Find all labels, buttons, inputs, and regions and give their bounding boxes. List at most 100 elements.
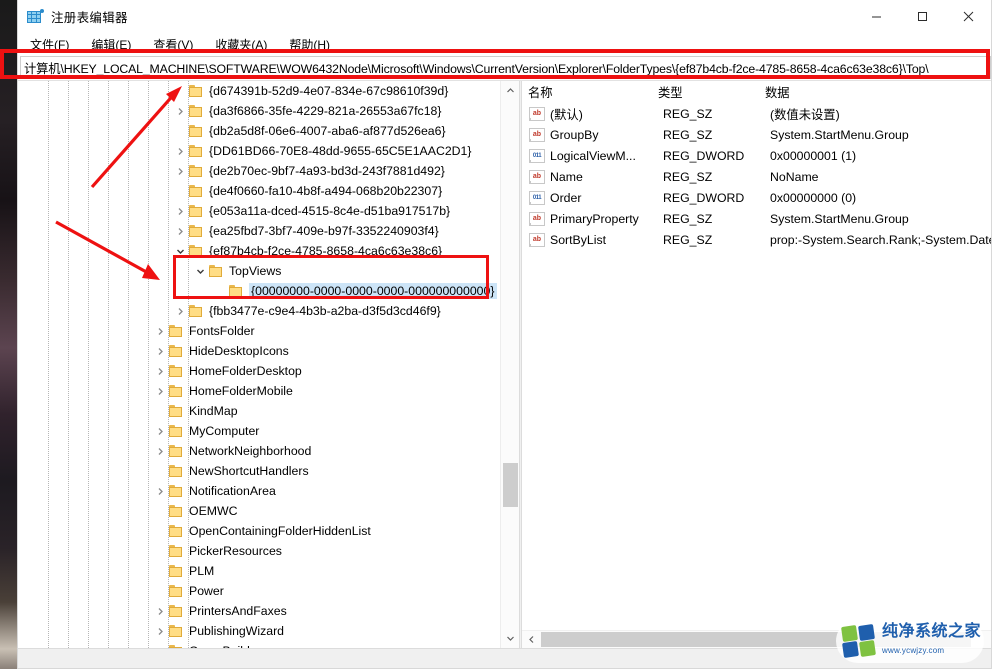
close-button[interactable] — [945, 0, 991, 33]
folder-icon — [168, 383, 184, 399]
value-row[interactable]: abSortByListREG_SZprop:-System.Search.Ra… — [522, 229, 991, 250]
folder-icon — [168, 463, 184, 479]
tree-item[interactable]: {ef87b4cb-f2ce-4785-8658-4ca6c63e38c6} — [18, 241, 500, 261]
tree-item-label: QueryBuilder — [189, 644, 265, 648]
tree-item[interactable]: {DD61BD66-70E8-48dd-9655-65C5E1AAC2D1} — [18, 141, 500, 161]
tree-item[interactable]: FontsFolder — [18, 321, 500, 341]
maximize-button[interactable] — [899, 0, 945, 33]
tree-item[interactable]: {fbb3477e-c9e4-4b3b-a2ba-d3f5d3cd46f9} — [18, 301, 500, 321]
tree-item[interactable]: PublishingWizard — [18, 621, 500, 641]
tree-item[interactable]: {de2b70ec-9bf7-4a93-bd3d-243f7881d492} — [18, 161, 500, 181]
tree-twisty-placeholder — [152, 561, 168, 581]
menu-item-favorites[interactable]: 收藏夹(A) — [215, 36, 267, 53]
value-row[interactable]: abGroupByREG_SZSystem.StartMenu.Group — [522, 124, 991, 145]
folder-icon — [188, 163, 204, 179]
value-name: GroupBy — [550, 128, 663, 142]
folder-icon — [168, 323, 184, 339]
window-title: 注册表编辑器 — [51, 7, 128, 26]
folder-icon — [168, 543, 184, 559]
chevron-right-icon[interactable] — [172, 141, 188, 161]
menu-item-view[interactable]: 查看(V) — [153, 36, 193, 53]
tree-item[interactable]: QueryBuilder — [18, 641, 500, 648]
tree-item[interactable]: Power — [18, 581, 500, 601]
tree-item[interactable]: TopViews — [18, 261, 500, 281]
value-row[interactable]: 011LogicalViewM...REG_DWORD0x00000001 (1… — [522, 145, 991, 166]
tree-item[interactable]: {da3f6866-35fe-4229-821a-26553a67fc18} — [18, 101, 500, 121]
value-name: Order — [550, 191, 663, 205]
chevron-right-icon[interactable] — [152, 481, 168, 501]
chevron-right-icon[interactable] — [152, 601, 168, 621]
tree-item[interactable]: OEMWC — [18, 501, 500, 521]
tree-scroll-up-button[interactable] — [501, 81, 519, 100]
value-row[interactable]: abPrimaryPropertyREG_SZSystem.StartMenu.… — [522, 208, 991, 229]
chevron-right-icon[interactable] — [172, 221, 188, 241]
tree-vertical-scrollbar[interactable] — [500, 81, 519, 648]
tree-item[interactable]: {db2a5d8f-06e6-4007-aba6-af877d526ea6} — [18, 121, 500, 141]
tree-scrollbar-thumb[interactable] — [503, 463, 518, 507]
tree-indent — [18, 421, 152, 441]
value-row[interactable]: ab(默认)REG_SZ(数值未设置) — [522, 103, 991, 124]
chevron-right-icon[interactable] — [152, 381, 168, 401]
tree-item[interactable]: HomeFolderMobile — [18, 381, 500, 401]
chevron-right-icon[interactable] — [172, 161, 188, 181]
tree-indent — [18, 161, 172, 181]
chevron-right-icon[interactable] — [172, 301, 188, 321]
value-row[interactable]: abNameREG_SZNoName — [522, 166, 991, 187]
tree-item[interactable]: HideDesktopIcons — [18, 341, 500, 361]
tree-item[interactable]: PrintersAndFaxes — [18, 601, 500, 621]
folder-icon — [188, 303, 204, 319]
tree-item-label: FontsFolder — [189, 324, 259, 338]
values-list[interactable]: ab(默认)REG_SZ(数值未设置)abGroupByREG_SZSystem… — [522, 103, 991, 630]
value-type: REG_SZ — [663, 233, 770, 247]
tree-item[interactable]: {ea25fbd7-3bf7-409e-b97f-3352240903f4} — [18, 221, 500, 241]
tree-item[interactable]: KindMap — [18, 401, 500, 421]
value-row[interactable]: 011OrderREG_DWORD0x00000000 (0) — [522, 187, 991, 208]
chevron-right-icon[interactable] — [152, 421, 168, 441]
value-type: REG_SZ — [663, 128, 770, 142]
tree-indent — [18, 181, 172, 201]
tree-item-label: PublishingWizard — [189, 624, 288, 638]
tree-item-label: MyComputer — [189, 424, 263, 438]
chevron-right-icon[interactable] — [152, 361, 168, 381]
column-header-data[interactable]: 数据 — [759, 83, 991, 101]
menu-item-edit[interactable]: 编辑(E) — [91, 36, 131, 53]
tree-item[interactable]: {e053a11a-dced-4515-8c4e-d51ba917517b} — [18, 201, 500, 221]
column-header-type[interactable]: 类型 — [652, 83, 759, 101]
tree-item[interactable]: NetworkNeighborhood — [18, 441, 500, 461]
tree-item[interactable]: MyComputer — [18, 421, 500, 441]
chevron-right-icon[interactable] — [152, 341, 168, 361]
tree-item[interactable]: HomeFolderDesktop — [18, 361, 500, 381]
menu-item-file[interactable]: 文件(F) — [30, 36, 69, 53]
chevron-right-icon[interactable] — [172, 201, 188, 221]
folder-icon — [188, 103, 204, 119]
tree-item-label: NotificationArea — [189, 484, 280, 498]
column-header-name[interactable]: 名称 — [522, 83, 652, 101]
value-name: PrimaryProperty — [550, 212, 663, 226]
chevron-right-icon[interactable] — [152, 441, 168, 461]
menu-bar: 文件(F) 编辑(E) 查看(V) 收藏夹(A) 帮助(H) — [18, 33, 991, 55]
chevron-right-icon[interactable] — [172, 101, 188, 121]
tree-item[interactable]: PickerResources — [18, 541, 500, 561]
value-data: NoName — [770, 170, 991, 184]
minimize-button[interactable] — [853, 0, 899, 33]
tree-item[interactable]: {d674391b-52d9-4e07-834e-67c98610f39d} — [18, 81, 500, 101]
tree-item[interactable]: OpenContainingFolderHiddenList — [18, 521, 500, 541]
registry-path-input[interactable]: 计算机\HKEY_LOCAL_MACHINE\SOFTWARE\WOW6432N… — [20, 56, 991, 79]
value-data: 0x00000001 (1) — [770, 149, 991, 163]
tree-item[interactable]: NotificationArea — [18, 481, 500, 501]
tree-item[interactable]: {de4f0660-fa10-4b8f-a494-068b20b22307} — [18, 181, 500, 201]
menu-item-help[interactable]: 帮助(H) — [289, 36, 330, 53]
values-scroll-left-button[interactable] — [522, 631, 540, 649]
chevron-right-icon[interactable] — [152, 621, 168, 641]
tree-item[interactable]: PLM — [18, 561, 500, 581]
chevron-down-icon[interactable] — [172, 241, 188, 261]
tree-twisty-placeholder — [212, 281, 228, 301]
tree-indent — [18, 441, 152, 461]
value-type: REG_SZ — [663, 107, 770, 121]
tree-item[interactable]: NewShortcutHandlers — [18, 461, 500, 481]
chevron-right-icon[interactable] — [152, 321, 168, 341]
chevron-down-icon[interactable] — [192, 261, 208, 281]
tree-item-selected[interactable]: {00000000-0000-0000-0000-000000000000} — [18, 281, 500, 301]
tree-scroll-down-button[interactable] — [501, 629, 519, 648]
registry-tree[interactable]: {d674391b-52d9-4e07-834e-67c98610f39d}{d… — [18, 81, 500, 648]
